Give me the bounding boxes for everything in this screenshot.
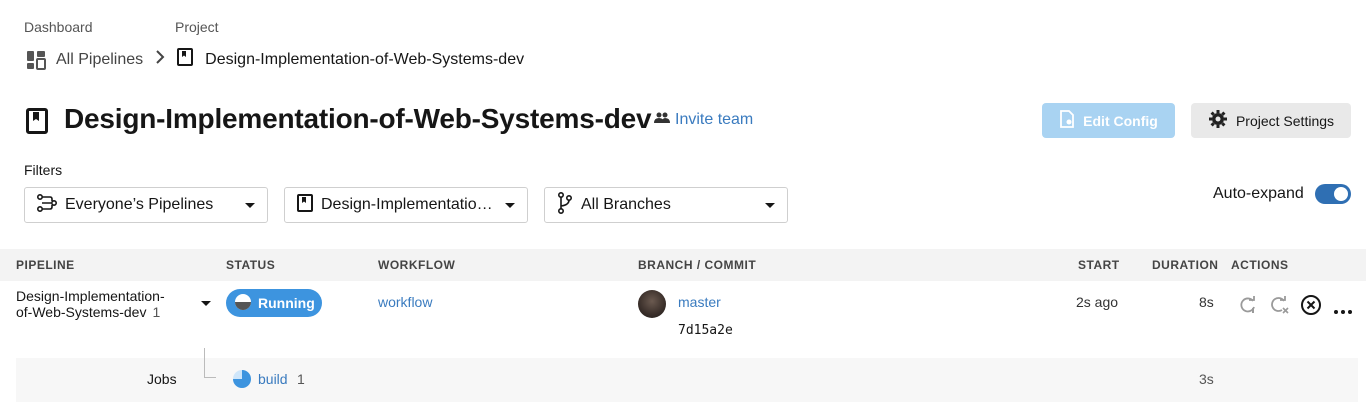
breadcrumb-dashboard-label: Dashboard bbox=[24, 19, 93, 35]
project-bookmark-icon bbox=[297, 193, 313, 217]
pipeline-number: 1 bbox=[152, 304, 161, 320]
chevron-down-icon bbox=[505, 202, 515, 208]
tree-connector bbox=[204, 348, 216, 378]
dashboard-grid-icon bbox=[26, 50, 46, 70]
jobs-row bbox=[16, 358, 1358, 402]
branch-icon bbox=[557, 191, 573, 219]
breadcrumb: All Pipelines Design-Implementation-of-W… bbox=[26, 48, 524, 71]
title-bookmark-icon bbox=[26, 108, 48, 139]
job-duration: 3s bbox=[1199, 371, 1214, 387]
pipeline-flow-icon bbox=[36, 193, 58, 217]
branches-filter-value: All Branches bbox=[581, 196, 671, 213]
duration: 8s bbox=[1199, 294, 1214, 310]
col-branch-commit: BRANCH / COMMIT bbox=[638, 258, 757, 272]
pipeline-name[interactable]: Design-Implementation- of-Web-Systems-de… bbox=[16, 288, 176, 320]
col-actions: ACTIONS bbox=[1231, 258, 1289, 272]
file-gear-icon bbox=[1059, 110, 1075, 131]
toggle-knob bbox=[1334, 187, 1348, 201]
branch-link[interactable]: master bbox=[678, 294, 721, 310]
all-pipelines-link[interactable]: All Pipelines bbox=[56, 51, 143, 69]
jobs-label: Jobs bbox=[147, 371, 177, 387]
workflow-link[interactable]: workflow bbox=[378, 294, 432, 310]
rerun-failed-icon[interactable] bbox=[1269, 295, 1289, 320]
avatar bbox=[638, 290, 666, 318]
col-duration: DURATION bbox=[1152, 258, 1219, 272]
col-pipeline: PIPELINE bbox=[16, 258, 75, 272]
pipelines-filter-dropdown[interactable]: Everyone’s Pipelines bbox=[24, 187, 268, 223]
col-status: STATUS bbox=[226, 258, 276, 272]
cancel-icon[interactable] bbox=[1300, 294, 1322, 321]
project-settings-label: Project Settings bbox=[1235, 112, 1335, 129]
filters-label: Filters bbox=[24, 162, 63, 178]
project-bookmark-icon bbox=[177, 48, 194, 71]
chevron-down-icon bbox=[245, 202, 255, 208]
edit-config-label: Edit Config bbox=[1083, 112, 1158, 129]
job-build-link[interactable]: build bbox=[258, 371, 288, 387]
rerun-icon[interactable] bbox=[1238, 295, 1258, 320]
invite-team-link[interactable]: Invite team bbox=[654, 111, 753, 129]
breadcrumb-project-link[interactable]: Design-Implementation-of-Web-Systems-dev bbox=[205, 51, 524, 69]
auto-expand-toggle[interactable] bbox=[1315, 184, 1351, 204]
project-filter-dropdown[interactable]: Design-Implementatio… bbox=[284, 187, 528, 223]
project-filter-value: Design-Implementatio… bbox=[321, 196, 493, 213]
chevron-right-icon bbox=[155, 50, 165, 69]
branches-filter-dropdown[interactable]: All Branches bbox=[544, 187, 788, 223]
auto-expand-label: Auto-expand bbox=[1213, 185, 1304, 202]
pipelines-filter-value: Everyone’s Pipelines bbox=[65, 196, 214, 213]
col-start: START bbox=[1078, 258, 1120, 272]
more-options-icon[interactable] bbox=[1333, 302, 1353, 320]
project-settings-button[interactable]: Project Settings bbox=[1191, 103, 1351, 138]
start-time: 2s ago bbox=[1076, 294, 1119, 310]
job-running-icon bbox=[232, 369, 252, 394]
chevron-down-icon bbox=[765, 202, 775, 208]
job-number: 1 bbox=[297, 371, 305, 387]
expand-pipeline-chevron-icon[interactable] bbox=[201, 301, 211, 306]
pipeline-name-line-2: of-Web-Systems-dev bbox=[16, 304, 147, 320]
col-workflow: WORKFLOW bbox=[378, 258, 456, 272]
breadcrumb-project-label: Project bbox=[175, 19, 219, 35]
invite-team-label: Invite team bbox=[675, 111, 754, 128]
status-badge[interactable]: Running bbox=[226, 289, 322, 317]
edit-config-button[interactable]: Edit Config bbox=[1042, 103, 1175, 138]
pipeline-name-line-1: Design-Implementation- bbox=[16, 288, 165, 304]
status-label: Running bbox=[258, 295, 315, 311]
people-icon bbox=[654, 111, 670, 129]
running-icon bbox=[234, 293, 252, 314]
commit-hash[interactable]: 7d15a2e bbox=[678, 323, 733, 338]
gear-icon bbox=[1208, 109, 1228, 132]
page-title: Design-Implementation-of-Web-Systems-dev bbox=[64, 103, 652, 134]
